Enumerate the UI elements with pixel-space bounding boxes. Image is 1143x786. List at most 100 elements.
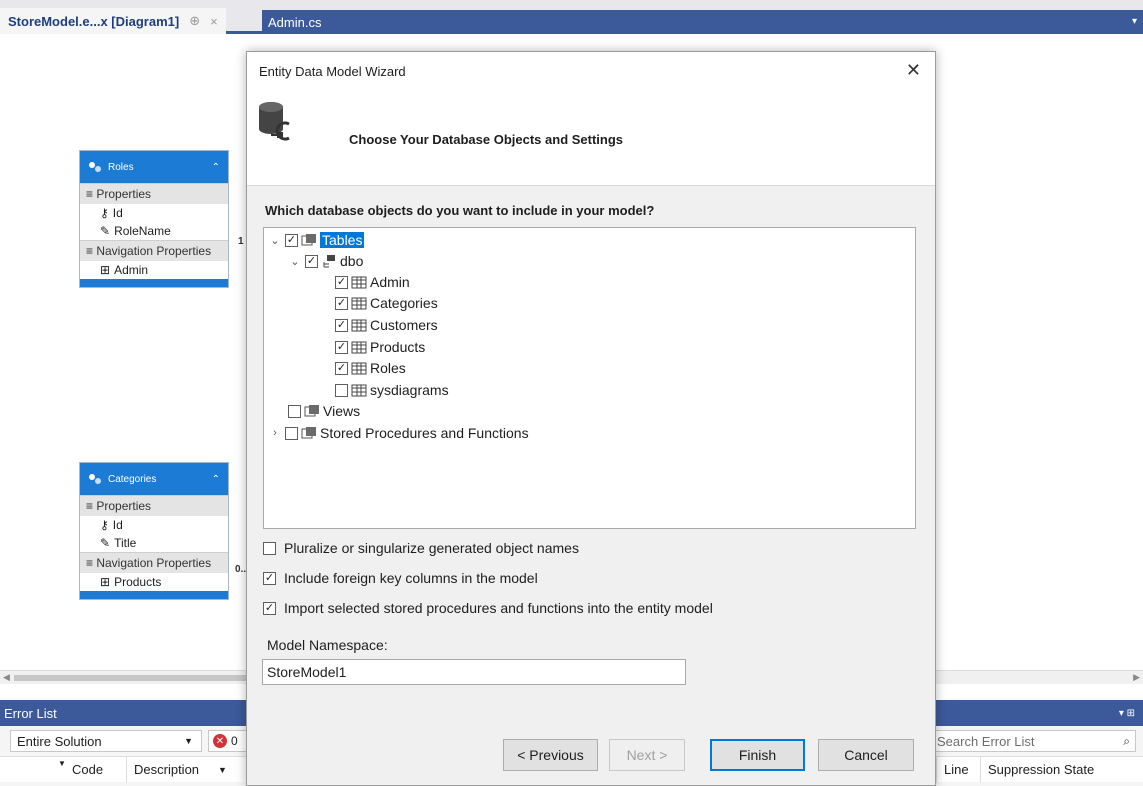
table-icon: [351, 341, 367, 354]
collapse-icon[interactable]: ⌃: [212, 474, 220, 485]
model-namespace-input[interactable]: [262, 659, 686, 685]
property-row[interactable]: ✎ RoleName: [80, 222, 228, 240]
finish-button[interactable]: Finish: [710, 739, 805, 771]
objects-question: Which database objects do you want to in…: [265, 203, 655, 218]
navigation-section-header[interactable]: ≡ Navigation Properties: [80, 552, 228, 573]
errors-filter-button[interactable]: ✕ 0: [208, 730, 248, 752]
model-namespace-label: Model Namespace:: [267, 637, 388, 653]
table-checkbox[interactable]: ✓: [335, 361, 348, 375]
cancel-button[interactable]: Cancel: [818, 739, 914, 771]
dbo-checkbox[interactable]: ✓: [305, 254, 318, 268]
previous-button[interactable]: < Previous: [503, 739, 598, 771]
pluralize-checkbox[interactable]: [263, 541, 276, 555]
entity-icon: [89, 162, 101, 172]
sort-icon: ▼: [58, 759, 66, 768]
views-folder-icon: [304, 405, 319, 417]
properties-section-header[interactable]: ≡ Properties: [80, 183, 228, 204]
tables-folder-icon: [301, 234, 316, 246]
views-checkbox[interactable]: [288, 404, 301, 418]
tree-node-table-products[interactable]: ✓ Products: [335, 337, 425, 357]
tree-node-table-customers[interactable]: ✓ Customers: [335, 315, 438, 335]
tree-node-table-admin[interactable]: ✓ Admin: [335, 272, 410, 292]
tree-node-dbo[interactable]: ⌄ ✓ dbo: [288, 251, 363, 271]
tab-title: Admin.cs: [268, 14, 322, 30]
collapse-icon[interactable]: ⌃: [212, 162, 220, 173]
table-checkbox[interactable]: ✓: [335, 296, 348, 310]
multiplicity-label: 0..: [235, 564, 247, 575]
scrollbar-thumb[interactable]: [14, 675, 254, 681]
entity-icon: [89, 474, 101, 484]
entity-header[interactable]: Roles ⌃: [80, 151, 228, 183]
foreign-keys-option[interactable]: ✓ Include foreign key columns in the mod…: [263, 570, 538, 586]
table-icon: [351, 297, 367, 310]
import-procs-checkbox[interactable]: ✓: [263, 601, 276, 615]
database-connection-icon: [259, 102, 290, 141]
next-button[interactable]: Next >: [609, 739, 685, 771]
property-row[interactable]: ⚷ Id: [80, 516, 228, 534]
tree-node-stored-procedures[interactable]: › Stored Procedures and Functions: [268, 423, 528, 443]
entity-name: Categories: [108, 473, 157, 485]
entity-data-model-wizard: Entity Data Model Wizard ✕ Choose Your D…: [246, 51, 936, 786]
properties-section-header[interactable]: ≡ Properties: [80, 495, 228, 516]
property-icon: ✎: [100, 536, 111, 550]
table-checkbox[interactable]: ✓: [335, 340, 348, 354]
document-tab-bar: StoreModel.e...x [Diagram1] ⊕ × Admin.cs…: [0, 0, 1143, 34]
chevron-down-icon[interactable]: ⌄: [268, 234, 282, 247]
table-checkbox[interactable]: ✓: [335, 275, 348, 289]
table-icon: [351, 319, 367, 332]
property-icon: ✎: [100, 224, 111, 238]
panel-controls-icon[interactable]: ▾ ⊞: [1119, 708, 1135, 719]
search-error-list-input[interactable]: Search Error List ⌕: [932, 730, 1136, 752]
entity-name: Roles: [108, 161, 134, 173]
pluralize-option[interactable]: Pluralize or singularize generated objec…: [263, 540, 579, 556]
property-row[interactable]: ✎ Title: [80, 534, 228, 552]
tree-node-table-roles[interactable]: ✓ Roles: [335, 358, 406, 378]
tree-node-views[interactable]: Views: [288, 401, 360, 421]
table-icon: [351, 362, 367, 375]
tree-node-tables[interactable]: ⌄ ✓ Tables: [268, 230, 365, 250]
database-objects-tree[interactable]: ⌄ ✓ Tables ⌄ ✓ dbo ✓ Admin ✓ Categories …: [263, 227, 916, 529]
chevron-right-icon[interactable]: ›: [268, 427, 282, 439]
close-icon[interactable]: ✕: [906, 61, 921, 79]
navigation-row[interactable]: ⊞ Admin: [80, 261, 228, 279]
navigation-icon: ⊞: [100, 575, 111, 589]
navigation-icon: ⊞: [100, 263, 111, 277]
tab-admin-cs[interactable]: Admin.cs: [262, 10, 382, 34]
table-checkbox[interactable]: [335, 383, 348, 397]
import-procs-option[interactable]: ✓ Import selected stored procedures and …: [263, 600, 713, 616]
table-checkbox[interactable]: ✓: [335, 318, 348, 332]
column-description[interactable]: Description: [134, 762, 199, 777]
tab-strip-background: [382, 10, 1143, 34]
entity-categories[interactable]: Categories ⌃ ≡ Properties ⚷ Id ✎ Title ≡ N…: [79, 462, 229, 600]
tables-checkbox[interactable]: ✓: [285, 233, 298, 247]
property-row[interactable]: ⚷ Id: [80, 204, 228, 222]
scroll-right-icon[interactable]: ▶: [1133, 672, 1140, 683]
scope-dropdown[interactable]: Entire Solution ▼: [10, 730, 202, 752]
entity-header[interactable]: Categories ⌃: [80, 463, 228, 495]
error-icon: ✕: [213, 734, 227, 748]
navigation-section-header[interactable]: ≡ Navigation Properties: [80, 240, 228, 261]
table-icon: [351, 276, 367, 289]
close-tab-icon[interactable]: ×: [210, 14, 218, 29]
tree-node-table-sysdiagrams[interactable]: sysdiagrams: [335, 380, 449, 400]
tab-overflow-icon[interactable]: ▾: [1132, 16, 1137, 27]
pin-icon[interactable]: ⊕: [189, 13, 200, 29]
chevron-down-icon[interactable]: ⌄: [288, 255, 302, 268]
schema-icon: [323, 255, 335, 268]
entity-roles[interactable]: Roles ⌃ ≡ Properties ⚷ Id ✎ RoleName ≡ Nav…: [79, 150, 229, 288]
wizard-titlebar: Entity Data Model Wizard: [247, 52, 935, 90]
foreign-keys-checkbox[interactable]: ✓: [263, 571, 276, 585]
tab-storemodel-diagram[interactable]: StoreModel.e...x [Diagram1] ⊕ ×: [0, 8, 226, 34]
tree-node-table-categories[interactable]: ✓ Categories: [335, 293, 438, 313]
wizard-title: Entity Data Model Wizard: [259, 63, 406, 79]
chevron-down-icon: ▼: [184, 736, 193, 746]
wizard-banner: Choose Your Database Objects and Setting…: [247, 90, 935, 186]
scroll-left-icon[interactable]: ◀: [3, 672, 10, 683]
column-suppression-state[interactable]: Suppression State: [988, 762, 1094, 777]
stored-procedures-checkbox[interactable]: [285, 426, 298, 440]
chevron-down-icon[interactable]: ▼: [218, 765, 227, 775]
navigation-row[interactable]: ⊞ Products: [80, 573, 228, 591]
column-line[interactable]: Line: [944, 762, 969, 777]
stored-procedures-folder-icon: [301, 427, 316, 439]
column-code[interactable]: Code: [72, 762, 103, 777]
